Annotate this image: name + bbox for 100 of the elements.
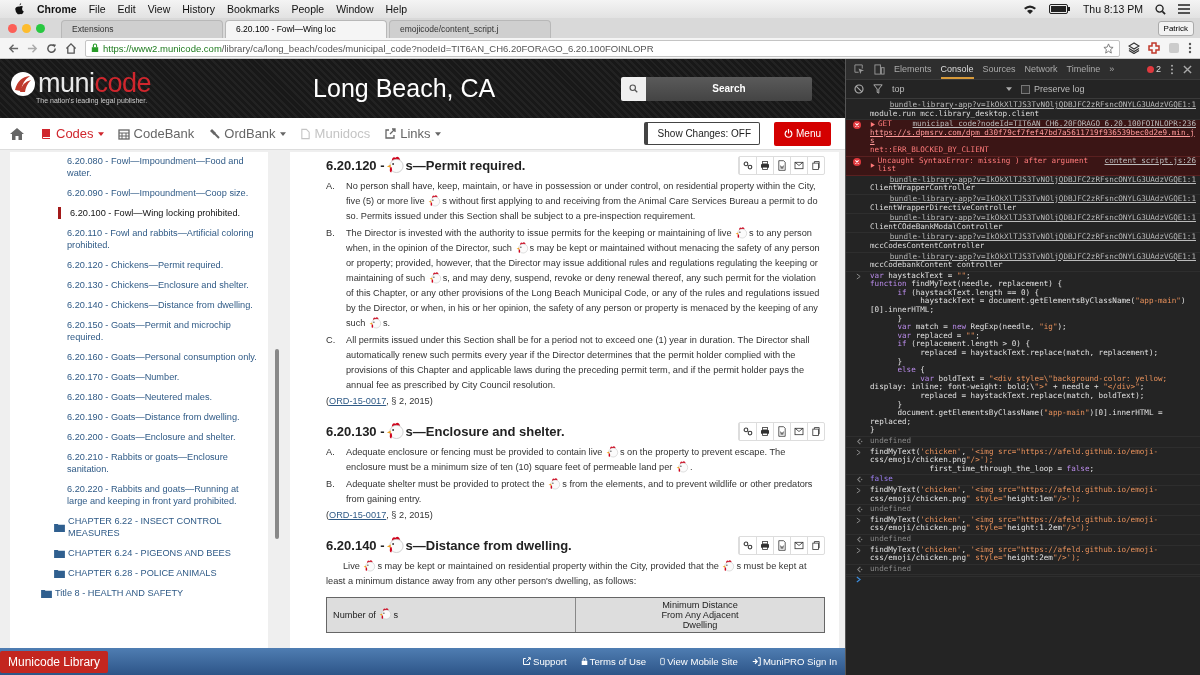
menu-item[interactable]: View xyxy=(147,3,171,15)
menu-clock[interactable]: Thu 8:13 PM xyxy=(1082,3,1143,15)
menu-item[interactable]: File xyxy=(88,3,106,15)
search-icon[interactable] xyxy=(1155,3,1166,15)
footer-link[interactable]: Support xyxy=(522,656,567,667)
tree-item[interactable]: CHAPTER 6.22 - INSECT CONTROL MEASURES xyxy=(10,515,260,539)
battery-icon[interactable] xyxy=(1048,4,1071,14)
scrollbar-thumb[interactable] xyxy=(275,349,279,539)
chicken-icon xyxy=(675,459,689,473)
prompt-chevron-icon[interactable] xyxy=(856,576,861,584)
back-icon[interactable] xyxy=(8,42,19,54)
tree-item[interactable]: 6.20.160 - Goats—Personal consumption only. xyxy=(10,351,260,363)
browser-tab[interactable]: Extensions xyxy=(61,20,223,38)
device-icon[interactable] xyxy=(874,63,885,75)
apple-logo-icon[interactable] xyxy=(14,3,25,15)
devtools-tab[interactable]: Timeline xyxy=(1066,59,1101,79)
profile-button[interactable]: Patrick xyxy=(1157,20,1194,36)
more-tabs-button[interactable]: » xyxy=(1109,64,1115,74)
devtools-tab[interactable]: Elements xyxy=(894,59,932,79)
nav-menu[interactable]: Links xyxy=(384,125,441,142)
footer-link[interactable]: Terms of Use xyxy=(580,656,647,667)
app-menu[interactable]: Chrome xyxy=(37,3,77,15)
email-icon[interactable] xyxy=(790,157,807,174)
clear-console-icon[interactable] xyxy=(854,84,864,94)
menu-button[interactable]: Menu xyxy=(774,121,831,146)
footer-link[interactable]: View Mobile Site xyxy=(660,656,738,667)
browser-tab[interactable]: emojicode/content_script.j xyxy=(389,20,551,38)
tree-item[interactable]: Title 8 - HEALTH AND SAFETY xyxy=(10,587,260,599)
expand-triangle-icon[interactable] xyxy=(870,122,875,127)
paragraph: No person shall have, keep, maintain, or have in possession or under control, on residential property within the City, five (5) or more live s without first applying to and receiving from the Animal Care Services Bureau a permit to do so. Permits issued under this Section shall be subject to a pre-inspection requirement. xyxy=(346,180,819,223)
tree-item[interactable]: CHAPTER 6.28 - POLICE ANIMALS xyxy=(10,567,260,579)
devtools-tab[interactable]: Sources xyxy=(982,59,1016,79)
municode-logo[interactable]: municode xyxy=(10,68,152,99)
tree-item[interactable]: 6.20.140 - Chickens—Distance from dwelling. xyxy=(10,299,260,311)
error-count-badge[interactable]: 2 xyxy=(1147,64,1161,74)
expand-triangle-icon[interactable] xyxy=(870,162,875,168)
nav-menu[interactable]: Codes xyxy=(40,125,104,142)
tree-item[interactable]: 6.20.180 - Goats—Neutered males. xyxy=(10,391,260,403)
devtools-tab[interactable]: Network xyxy=(1024,59,1058,79)
chicken-icon xyxy=(363,558,377,572)
error-icon xyxy=(853,121,861,130)
ordinance-link[interactable]: ORD-15-0017 xyxy=(329,510,387,520)
ordinance-link[interactable]: ORD-15-0017 xyxy=(329,396,387,406)
chicken-icon xyxy=(385,420,405,440)
bookmark-star-icon[interactable] xyxy=(1103,42,1114,54)
browser-tab[interactable]: 6.20.100 - Fowl—Wing loc xyxy=(225,20,387,38)
extension-icon[interactable] xyxy=(1128,42,1140,54)
preserve-log-checkbox[interactable] xyxy=(1021,84,1030,94)
home-icon[interactable] xyxy=(10,127,24,140)
document-icon xyxy=(299,127,311,140)
filter-icon[interactable] xyxy=(873,84,883,94)
municode-library-button[interactable]: Municode Library xyxy=(0,650,109,673)
menu-item[interactable]: Help xyxy=(385,3,408,15)
devtools-tab[interactable]: Console xyxy=(940,59,974,79)
tree-item[interactable]: 6.20.120 - Chickens—Permit required. xyxy=(10,259,260,271)
nav-menu[interactable]: CodeBank xyxy=(117,125,195,142)
tree-item[interactable]: 6.20.090 - Fowl—Impoundment—Coop size. xyxy=(10,187,260,199)
menu-item[interactable]: Edit xyxy=(117,3,136,15)
tree-item[interactable]: 6.20.200 - Goats—Enclosure and shelter. xyxy=(10,431,260,443)
citation: (ORD-15-0017, § 2, 2015) xyxy=(326,395,434,408)
home-icon[interactable] xyxy=(65,42,77,54)
chicken-icon xyxy=(515,240,529,254)
tree-item[interactable]: CHAPTER 6.24 - PIGEONS AND BEES xyxy=(10,547,260,559)
search-button[interactable]: Search xyxy=(646,76,812,101)
kebab-menu-icon[interactable] xyxy=(1170,63,1174,75)
folder-icon xyxy=(54,568,65,578)
tree-item[interactable]: 6.20.170 - Goats—Number. xyxy=(10,371,260,383)
tree-item[interactable]: 6.20.110 - Fowl and rabbits—Artificial coloring prohibited. xyxy=(10,227,260,251)
input-chevron-icon xyxy=(856,486,861,494)
email-icon[interactable] xyxy=(790,423,807,440)
close-icon[interactable] xyxy=(1183,64,1192,74)
show-changes-button[interactable]: Show Changes: OFF xyxy=(643,122,760,145)
list-marker: C. xyxy=(326,334,336,347)
inspect-icon[interactable] xyxy=(854,63,865,75)
tree-item[interactable]: 6.20.100 - Fowl—Wing locking prohibited. xyxy=(58,207,260,219)
chicken-icon xyxy=(428,270,442,284)
extension-icon[interactable] xyxy=(1148,42,1160,54)
context-dropdown[interactable]: top xyxy=(892,84,1012,94)
tree-item[interactable]: 6.20.210 - Rabbits or goats—Enclosure sanitation. xyxy=(10,451,260,475)
menu-item[interactable]: History xyxy=(182,3,215,15)
menu-icon[interactable] xyxy=(1178,4,1190,14)
reload-icon[interactable] xyxy=(46,42,57,54)
menu-item[interactable]: Bookmarks xyxy=(226,3,280,15)
email-icon[interactable] xyxy=(790,537,807,554)
folder-icon xyxy=(41,588,52,598)
tree-item[interactable]: 6.20.080 - Fowl—Impoundment—Food and water. xyxy=(10,155,260,179)
search-field[interactable] xyxy=(621,76,646,101)
wifi-icon[interactable] xyxy=(1022,4,1037,14)
footer-link[interactable]: MuniPRO Sign In xyxy=(751,656,837,667)
address-bar[interactable]: https://www2.municode.com/library/ca/long_beach/codes/municipal_code?nodeId=TIT6AN_CH6.20FORAGO_6.20.100FOINLOPR xyxy=(85,39,1120,57)
tree-item[interactable]: 6.20.130 - Chickens—Enclosure and shelter. xyxy=(10,279,260,291)
tree-item[interactable]: 6.20.220 - Rabbits and goats—Running at large and keeping in front yard prohibited. xyxy=(10,483,260,507)
kebab-menu-icon[interactable] xyxy=(1188,42,1192,54)
menu-item[interactable]: People xyxy=(291,3,325,15)
tree-item[interactable]: 6.20.190 - Goats—Distance from dwelling. xyxy=(10,411,260,423)
result-arrow-icon xyxy=(856,565,863,573)
tree-item[interactable]: 6.20.150 - Goats—Permit and microchip required. xyxy=(10,319,260,343)
menu-item[interactable]: Window xyxy=(336,3,374,15)
caret-icon xyxy=(1006,87,1012,91)
nav-menu[interactable]: OrdBank xyxy=(208,125,286,142)
